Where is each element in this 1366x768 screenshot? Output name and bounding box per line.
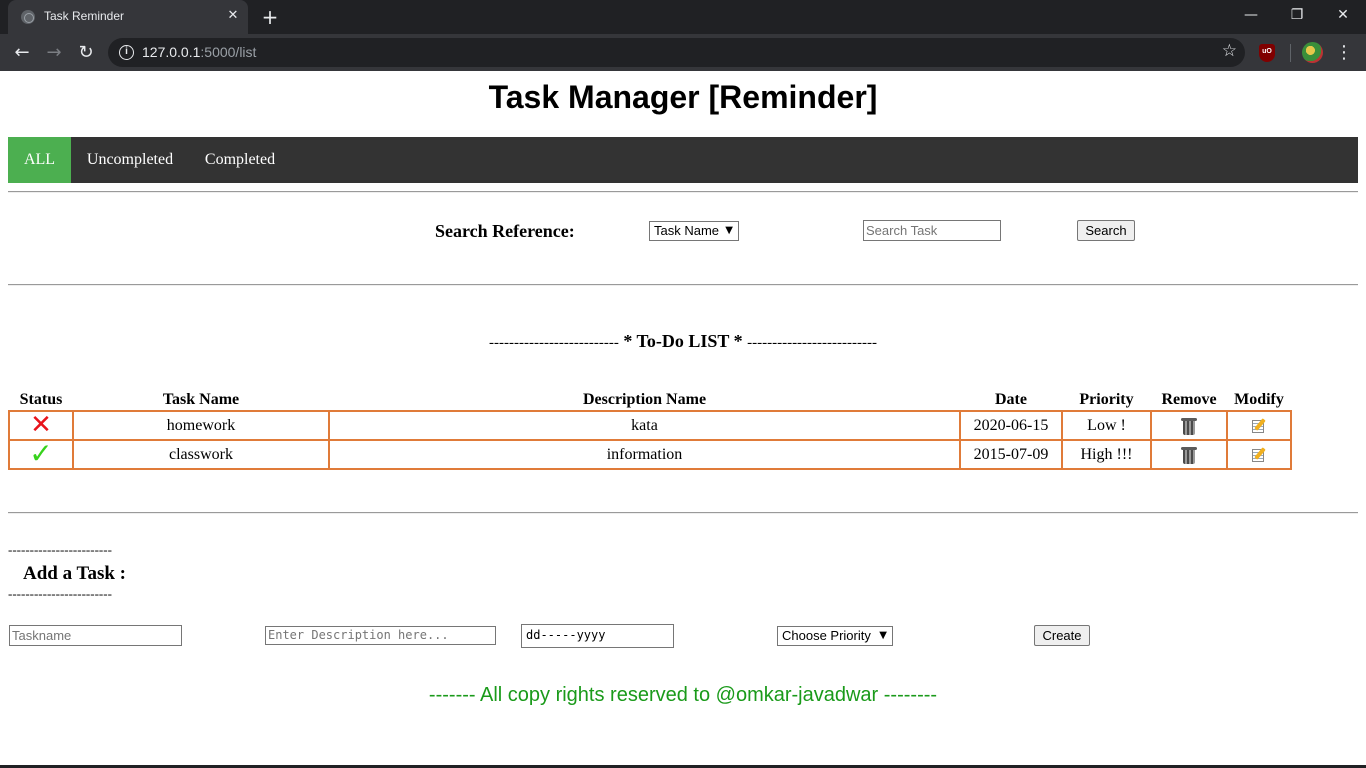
- table-header-row: Status Task Name Description Name Date P…: [9, 389, 1291, 411]
- column-header-modify: Modify: [1234, 390, 1284, 408]
- tab-title: Task Reminder: [44, 9, 125, 23]
- browser-tab-bar: Task Reminder ✕ + — ❐ ✕: [0, 0, 1366, 34]
- nav-item-all[interactable]: ALL: [8, 137, 71, 183]
- divider: [8, 284, 1358, 286]
- bookmark-star-icon[interactable]: ☆: [1222, 41, 1237, 61]
- search-select-value: Task Name: [654, 223, 720, 238]
- dropdown-arrow-icon: ▼: [879, 630, 887, 641]
- search-task-input[interactable]: [863, 220, 1001, 241]
- check-icon[interactable]: ✓: [29, 439, 52, 467]
- kebab-menu-icon[interactable]: ⋮: [1334, 39, 1354, 67]
- restore-window-button[interactable]: ❐: [1274, 0, 1320, 30]
- back-arrow-icon[interactable]: ←: [8, 39, 36, 67]
- divider: [8, 191, 1358, 193]
- status-cell[interactable]: ✓: [8, 439, 74, 470]
- filter-navbar: ALL Uncompleted Completed: [8, 137, 1358, 183]
- column-header-status: Status: [19, 390, 63, 408]
- table-row: ✕ homework kata 2020-06-15 Low !: [8, 410, 1292, 441]
- priority-cell: High !!!: [1061, 439, 1152, 470]
- remove-cell: [1150, 410, 1228, 441]
- browser-toolbar: ← → ↻ i 127.0.0.1:5000/list ☆ uO ⋮: [0, 34, 1366, 71]
- date-input[interactable]: dd-----yyyy: [521, 624, 674, 648]
- priority-cell: Low !: [1061, 410, 1152, 441]
- date-cell: 2015-07-09: [959, 439, 1063, 470]
- minimize-window-button[interactable]: —: [1228, 0, 1274, 30]
- task-name-cell: homework: [72, 410, 330, 441]
- taskname-input[interactable]: [9, 625, 182, 646]
- divider: [8, 512, 1358, 514]
- close-tab-icon[interactable]: ✕: [224, 7, 242, 25]
- task-name-cell: classwork: [72, 439, 330, 470]
- description-cell: kata: [328, 410, 961, 441]
- browser-tab[interactable]: Task Reminder ✕: [8, 0, 248, 34]
- column-header-priority: Priority: [1079, 390, 1134, 408]
- description-cell: information: [328, 439, 961, 470]
- search-button[interactable]: Search: [1077, 220, 1135, 241]
- close-window-button[interactable]: ✕: [1320, 0, 1366, 30]
- column-header-description: Description Name: [582, 390, 707, 408]
- status-cell[interactable]: ✕: [8, 410, 74, 441]
- forward-arrow-icon[interactable]: →: [40, 39, 68, 67]
- add-task-dashes-top: ------------------------: [8, 542, 112, 557]
- priority-select[interactable]: Choose Priority ▼: [777, 626, 893, 646]
- page-title: Task Manager [Reminder]: [488, 79, 878, 115]
- profile-avatar[interactable]: [1302, 42, 1323, 63]
- table-row: ✓ classwork information 2015-07-09 High …: [8, 439, 1292, 470]
- column-header-date: Date: [995, 390, 1027, 408]
- toolbar-divider: [1290, 44, 1291, 62]
- url-text: 127.0.0.1:5000/list: [142, 44, 257, 60]
- search-reference-label: Search Reference:: [435, 221, 575, 241]
- add-task-dashes-bottom: ------------------------: [8, 586, 112, 601]
- todo-list-heading: -------------------------- * To-Do LIST …: [489, 331, 877, 351]
- trash-icon[interactable]: [1181, 417, 1197, 435]
- reload-icon[interactable]: ↻: [72, 39, 100, 67]
- cross-icon[interactable]: ✕: [30, 412, 52, 438]
- create-button[interactable]: Create: [1034, 625, 1090, 646]
- edit-icon[interactable]: [1251, 418, 1267, 434]
- tasks-table: Status Task Name Description Name Date P…: [8, 389, 1292, 470]
- description-textarea[interactable]: [265, 626, 496, 645]
- footer-copyright: ------- All copy rights reserved to @omk…: [428, 684, 938, 706]
- dropdown-arrow-icon: ▼: [725, 225, 733, 236]
- date-cell: 2020-06-15: [959, 410, 1063, 441]
- address-bar[interactable]: i 127.0.0.1:5000/list ☆: [108, 38, 1245, 67]
- new-tab-button[interactable]: +: [258, 4, 282, 30]
- page-content: Task Manager [Reminder] ALL Uncompleted …: [0, 71, 1366, 768]
- add-task-label: Add a Task :: [23, 563, 126, 584]
- modify-cell: [1226, 410, 1292, 441]
- remove-cell: [1150, 439, 1228, 470]
- column-header-task-name: Task Name: [162, 390, 240, 408]
- nav-item-uncompleted[interactable]: Uncompleted: [71, 137, 189, 183]
- priority-select-value: Choose Priority: [782, 628, 871, 643]
- globe-icon: [21, 10, 35, 24]
- column-header-remove: Remove: [1161, 390, 1217, 408]
- modify-cell: [1226, 439, 1292, 470]
- ublock-extension-icon[interactable]: uO: [1259, 44, 1275, 62]
- trash-icon[interactable]: [1181, 446, 1197, 464]
- nav-item-completed[interactable]: Completed: [189, 137, 291, 183]
- site-info-icon[interactable]: i: [119, 45, 134, 60]
- edit-icon[interactable]: [1251, 447, 1267, 463]
- search-reference-select[interactable]: Task Name ▼: [649, 221, 739, 241]
